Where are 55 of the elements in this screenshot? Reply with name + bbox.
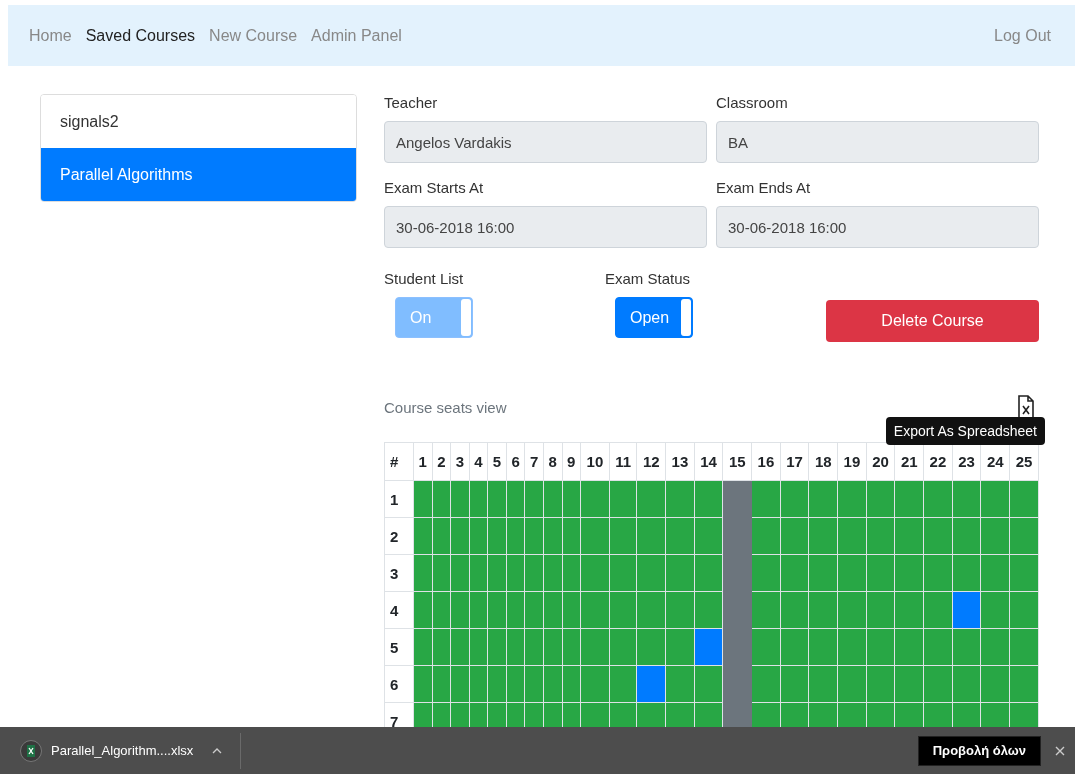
toggle-switch[interactable]: Open	[615, 297, 693, 338]
spreadsheet-icon[interactable]	[1017, 395, 1035, 419]
table-header: 19	[837, 442, 867, 481]
row-header: 1	[384, 480, 414, 518]
toggle-label: Exam Status	[605, 270, 692, 287]
row-header: 2	[384, 517, 414, 555]
table-header: #	[384, 442, 414, 481]
table-header: 18	[808, 442, 838, 481]
field-label: Teacher	[384, 94, 439, 111]
table-header: 16	[751, 442, 781, 481]
table-header: 24	[980, 442, 1010, 481]
table-header: 5	[487, 442, 507, 481]
table-header: 12	[636, 442, 666, 481]
table-header: 3	[450, 442, 470, 481]
course-item[interactable]: Parallel Algorithms	[41, 148, 356, 201]
row-header: 6	[384, 665, 414, 703]
table-header: 20	[866, 442, 895, 481]
table-header: 23	[952, 442, 981, 481]
nav-link[interactable]: Saved Courses	[85, 26, 196, 45]
table-header: 4	[469, 442, 488, 481]
table-header: 10	[580, 442, 610, 481]
close-icon[interactable]	[1055, 745, 1065, 756]
text-field[interactable]: 30-06-2018 16:00	[716, 206, 1039, 248]
section-title: Course seats view	[384, 398, 507, 416]
download-item[interactable]: Parallel_Algorithm....xlsx	[20, 732, 242, 769]
table-header: 1	[413, 442, 433, 481]
table-header: 13	[665, 442, 695, 481]
delete-button[interactable]: Delete Course	[825, 300, 1039, 342]
row-header: 4	[384, 591, 414, 629]
table-header: 9	[562, 442, 581, 481]
table-header: 21	[894, 442, 924, 481]
field-label: Exam Ends At	[716, 179, 812, 196]
table-header: 14	[694, 442, 723, 481]
table-header: 2	[432, 442, 451, 481]
table-header: 11	[609, 442, 637, 481]
field-label: Exam Starts At	[384, 179, 485, 196]
file-name: Parallel_Algorithm....xlsx	[51, 743, 194, 758]
show-all-button[interactable]: Προβολή όλων	[917, 735, 1041, 766]
toggle-label: Student List	[384, 270, 465, 287]
text-field[interactable]: Angelos Vardakis	[384, 121, 707, 163]
table-header: 6	[506, 442, 525, 481]
row-header: 3	[384, 554, 414, 592]
spreadsheet-icon	[20, 739, 42, 762]
table-header: 8	[543, 442, 562, 481]
field-label: Classroom	[716, 94, 789, 111]
table-header: 17	[780, 442, 809, 481]
caret-icon	[212, 746, 223, 755]
table-header: 25	[1009, 442, 1039, 481]
text-field[interactable]: 30-06-2018 16:00	[384, 206, 707, 248]
row-header: 5	[384, 628, 414, 666]
table-header: 15	[722, 442, 752, 481]
table-header: 22	[923, 442, 953, 481]
tooltip: Export As Spreadsheet	[885, 417, 1045, 445]
text-field[interactable]: BA	[716, 121, 1039, 163]
table-header: 7	[524, 442, 544, 481]
